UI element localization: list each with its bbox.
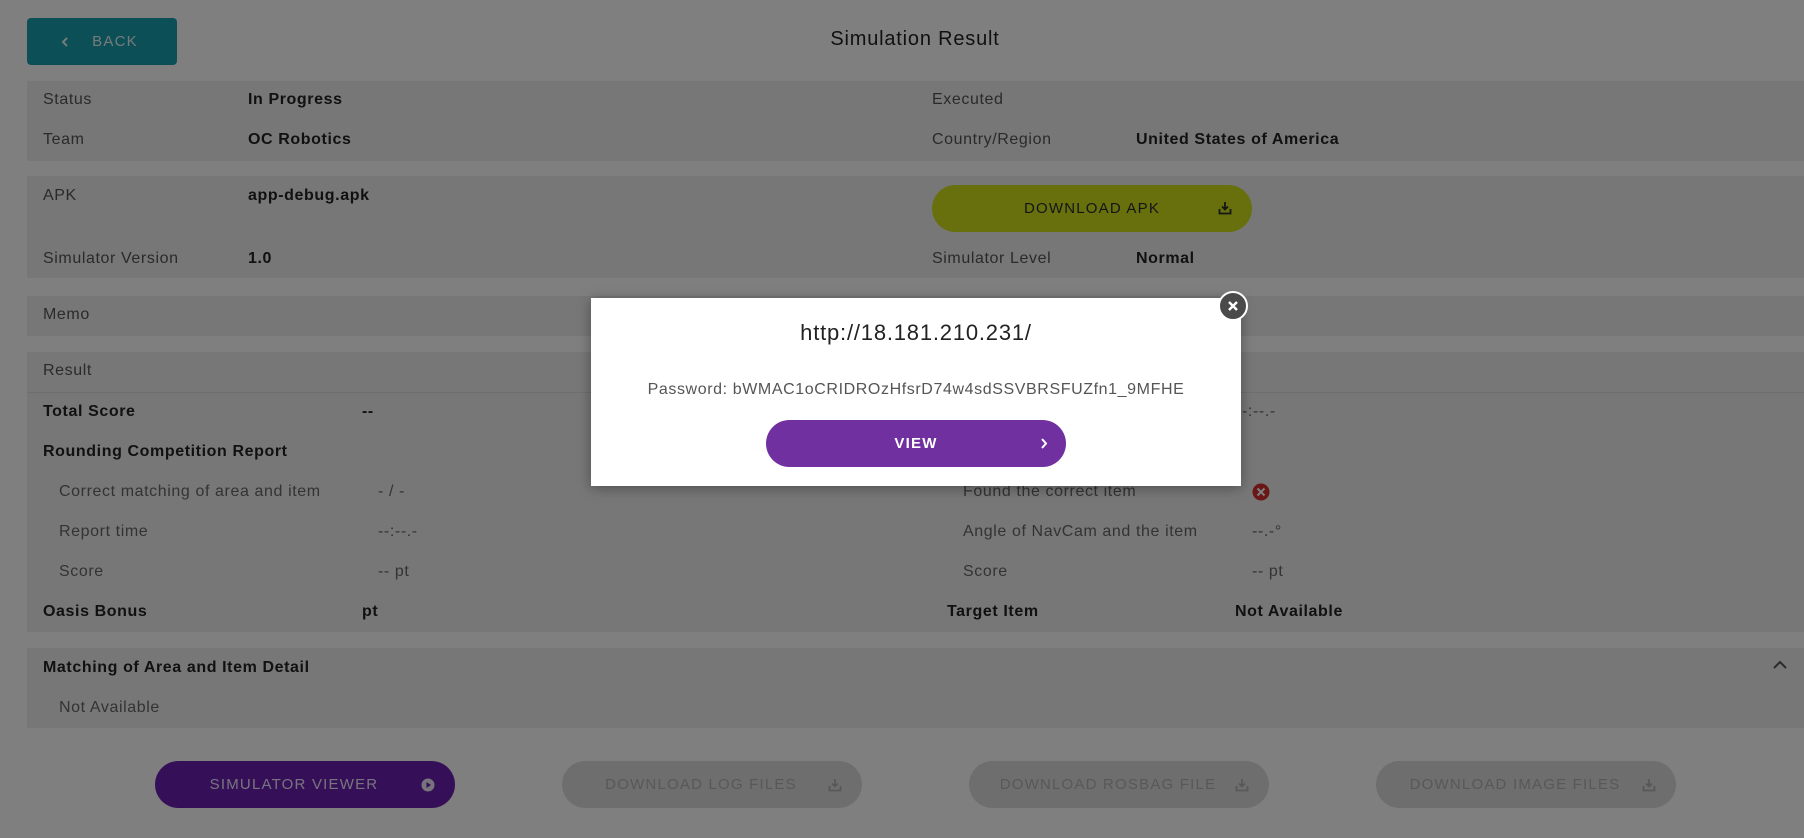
viewer-url-modal: http://18.181.210.231/ Password: bWMAC1o… bbox=[591, 298, 1241, 486]
view-button[interactable]: VIEW bbox=[766, 420, 1066, 467]
modal-close-button[interactable] bbox=[1218, 291, 1248, 321]
viewer-url: http://18.181.210.231/ bbox=[800, 320, 1032, 345]
close-icon bbox=[1228, 301, 1238, 311]
viewer-password: Password: bWMAC1oCRIDROzHfsrD74w4sdSSVBR… bbox=[647, 381, 1185, 398]
chevron-right-icon bbox=[1041, 438, 1048, 449]
view-button-label: VIEW bbox=[894, 435, 938, 452]
